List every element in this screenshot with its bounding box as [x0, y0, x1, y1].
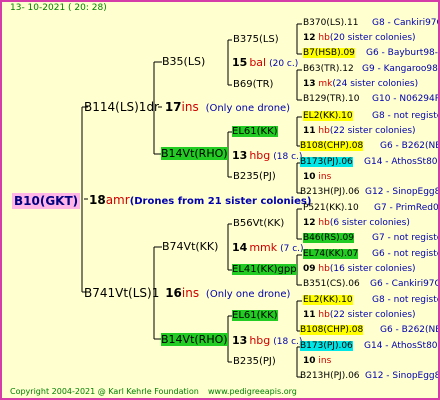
- root-drone-info: 18amr(Drones from 21 sister colonies): [89, 193, 312, 207]
- level4-drone-info: 10 ins: [303, 172, 332, 182]
- report-date: 13- 10-2021 ( 20: 28): [10, 3, 107, 13]
- level3-node[interactable]: B235(PJ): [233, 357, 276, 367]
- level4-drone-info: 12 hb(6 sister colonies): [303, 218, 410, 228]
- level3-node[interactable]: B235(PJ): [233, 172, 276, 182]
- level3-node[interactable]: EL61(KK): [232, 126, 278, 137]
- root-queen-name: B10(GKT): [12, 193, 81, 209]
- level4-node[interactable]: B108(CHP).08 G6 - B262(NE): [300, 325, 438, 335]
- level4-drone-info: 09 hb(16 sister colonies): [303, 264, 416, 274]
- level4-node[interactable]: EL2(KK).10 G8 - not registe: [303, 295, 438, 305]
- level4-drone-info: 12 hb(20 sister colonies): [303, 33, 416, 43]
- level2-drone-info: 13 hbg (18 c.): [232, 334, 303, 347]
- level4-node[interactable]: B370(LS).11 G8 - Cankiri97Q: [303, 19, 438, 28]
- level2-drone-info: 15 bal (20 c.): [232, 56, 299, 69]
- level4-drone-info: 10 ins: [303, 356, 332, 366]
- level3-node[interactable]: EL41(KK)gpp: [232, 264, 297, 275]
- node-name: B114(LS)1dr: [84, 100, 159, 114]
- level2-node[interactable]: B74Vt(KK): [162, 241, 218, 252]
- level4-drone-info: 11 hb(22 sister colonies): [303, 126, 416, 136]
- level4-node[interactable]: B173(PJ).06 G14 - AthosSt80R: [300, 341, 438, 351]
- level2-node[interactable]: B14Vt(RHO): [161, 147, 228, 160]
- level1-node[interactable]: B741Vt(LS)1 16ins (Only one drone): [84, 287, 290, 300]
- level4-node[interactable]: B173(PJ).06 G14 - AthosSt80R: [300, 157, 438, 167]
- level4-node[interactable]: B46(RS).09 G7 - not registe: [303, 233, 438, 243]
- level4-drone-info: 13 mk(24 sister colonies): [303, 79, 419, 89]
- level4-node[interactable]: EL74(KK).07 G6 - not registe: [303, 249, 438, 259]
- level4-node[interactable]: B129(TR).10 G10 - N06294R: [303, 95, 438, 104]
- level4-drone-info: 11 hb(22 sister colonies): [303, 310, 416, 320]
- level3-node[interactable]: EL61(KK): [232, 310, 278, 321]
- level4-node[interactable]: B108(CHP).08 G6 - B262(NE): [300, 141, 438, 151]
- level2-drone-info: 14 mmk (7 c.): [232, 241, 304, 254]
- footer-copyright: Copyright 2004-2021 @ Karl Kehrle Founda…: [10, 387, 199, 396]
- node-name: B741Vt(LS)1: [84, 286, 160, 300]
- level3-node[interactable]: B69(TR): [233, 80, 273, 90]
- level2-node[interactable]: B14Vt(RHO): [161, 333, 228, 346]
- root-queen[interactable]: B10(GKT): [12, 192, 81, 209]
- level3-node[interactable]: B56Vt(KK): [233, 219, 284, 229]
- level4-node[interactable]: EL2(KK).10 G8 - not registe: [303, 111, 438, 121]
- level1-node[interactable]: B114(LS)1dr 17ins (Only one drone): [84, 101, 290, 114]
- level2-drone-info: 13 hbg (18 c.): [232, 149, 303, 162]
- pedigree-frame: 13- 10-2021 ( 20: 28) B10(GKT) 18amr(Dro…: [0, 0, 440, 400]
- footer-site-link[interactable]: www.pedigreeapis.org: [208, 388, 297, 396]
- level4-node[interactable]: B213H(PJ).06G12 - SinopEgg86R: [300, 188, 438, 197]
- level4-node[interactable]: P521(KK).10 G7 - PrimRed01: [303, 204, 438, 213]
- root-drone-note: (Drones from 21 sister colonies): [129, 196, 312, 207]
- level4-node[interactable]: B7(HSB).09 G6 - Bayburt98-3: [303, 48, 438, 58]
- level4-node[interactable]: B351(CS).06 G6 - Cankiri97Q: [303, 280, 438, 289]
- level3-node[interactable]: B375(LS): [233, 35, 279, 45]
- level2-node[interactable]: B35(LS): [162, 56, 205, 67]
- level4-node[interactable]: B63(TR).12 G9 - Kangaroo98R: [303, 65, 438, 74]
- level4-node[interactable]: B213H(PJ).06G12 - SinopEgg86R: [300, 372, 438, 381]
